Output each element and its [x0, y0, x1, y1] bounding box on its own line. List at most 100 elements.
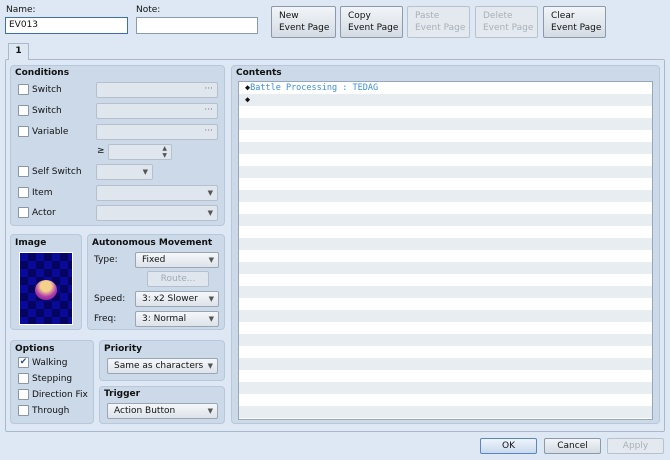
self-switch-checkbox[interactable] [18, 166, 29, 177]
command-row[interactable] [239, 190, 652, 202]
command-row[interactable] [239, 370, 652, 382]
copy-event-page-button[interactable]: Copy Event Page [340, 6, 403, 38]
through-checkbox[interactable] [18, 405, 29, 416]
trigger-title: Trigger [104, 389, 141, 399]
command-list[interactable]: ◆Battle Processing : TEDAG ◆ [238, 81, 653, 420]
command-row[interactable] [239, 166, 652, 178]
autonomous-movement-panel: Autonomous Movement Type: Fixed ▼ Route..… [87, 234, 225, 330]
name-label: Name: [6, 5, 36, 15]
command-row[interactable] [239, 214, 652, 226]
command-row[interactable] [239, 274, 652, 286]
paste-event-page-button[interactable]: Paste Event Page [407, 6, 470, 38]
priority-select[interactable]: Same as characters ▼ [107, 358, 218, 374]
diamond-icon: ◆ [245, 95, 251, 105]
spinner-icon: ▲ ▼ [162, 145, 167, 159]
chevron-down-icon: ▼ [207, 209, 213, 217]
item-label: Item [32, 188, 53, 198]
variable-select[interactable]: ··· [96, 124, 218, 140]
switch1-select[interactable]: ··· [96, 82, 218, 98]
ellipsis-icon: ··· [204, 105, 213, 115]
stepping-label: Stepping [32, 374, 73, 384]
delete-event-page-button[interactable]: Delete Event Page [475, 6, 538, 38]
trigger-panel: Trigger Action Button ▼ [99, 386, 225, 424]
direction-fix-checkbox[interactable] [18, 389, 29, 400]
command-row[interactable] [239, 358, 652, 370]
clear-event-page-button[interactable]: Clear Event Page [543, 6, 606, 38]
walking-checkbox[interactable]: ✔ [18, 357, 29, 368]
self-switch-label: Self Switch [32, 167, 82, 177]
command-row[interactable] [239, 334, 652, 346]
command-row[interactable] [239, 286, 652, 298]
type-select[interactable]: Fixed ▼ [135, 252, 219, 268]
chevron-down-icon: ▼ [208, 295, 214, 303]
character-sprite [35, 280, 57, 300]
apply-button[interactable]: Apply [607, 438, 664, 454]
freq-select[interactable]: 3: Normal ▼ [135, 311, 219, 327]
ellipsis-icon: ··· [204, 126, 213, 136]
switch2-checkbox[interactable] [18, 105, 29, 116]
variable-checkbox[interactable] [18, 126, 29, 137]
route-button[interactable]: Route... [147, 271, 209, 287]
command-row[interactable] [239, 394, 652, 406]
speed-select[interactable]: 3: x2 Slower ▼ [135, 291, 219, 307]
event-image[interactable] [19, 252, 73, 325]
command-row[interactable] [239, 178, 652, 190]
options-title: Options [15, 344, 55, 354]
name-input[interactable]: EV013 [5, 17, 128, 34]
self-switch-select[interactable]: ▼ [96, 164, 153, 180]
trigger-select[interactable]: Action Button ▼ [107, 403, 218, 419]
priority-panel: Priority Same as characters ▼ [99, 340, 225, 381]
command-row[interactable] [239, 346, 652, 358]
chevron-down-icon: ▼ [207, 407, 213, 415]
walking-label: Walking [32, 358, 68, 368]
command-row[interactable] [239, 130, 652, 142]
direction-fix-label: Direction Fix [32, 390, 88, 400]
speed-value: 3: x2 Slower [142, 294, 198, 304]
item-select[interactable]: ▼ [96, 185, 218, 201]
command-row[interactable] [239, 154, 652, 166]
new-event-page-button[interactable]: New Event Page [271, 6, 336, 38]
variable-value-spinner[interactable]: ▲ ▼ [108, 144, 172, 160]
trigger-value: Action Button [114, 406, 176, 416]
command-row[interactable]: ◆ [239, 94, 652, 106]
chevron-down-icon: ▼ [208, 256, 214, 264]
command-row[interactable]: ◆Battle Processing : TEDAG [239, 82, 652, 94]
switch2-select[interactable]: ··· [96, 103, 218, 119]
command-row[interactable] [239, 106, 652, 118]
command-row[interactable] [239, 118, 652, 130]
conditions-title: Conditions [15, 68, 70, 78]
command-row[interactable] [239, 262, 652, 274]
command-row[interactable] [239, 322, 652, 334]
image-title: Image [15, 238, 47, 248]
command-row[interactable] [239, 142, 652, 154]
command-row[interactable] [239, 238, 652, 250]
type-value: Fixed [142, 255, 166, 265]
image-panel: Image [10, 234, 82, 330]
command-row[interactable] [239, 226, 652, 238]
chevron-down-icon: ▼ [142, 168, 148, 176]
ok-button[interactable]: OK [480, 438, 537, 454]
item-checkbox[interactable] [18, 187, 29, 198]
chevron-down-icon: ▼ [208, 315, 214, 323]
priority-title: Priority [104, 344, 142, 354]
command-row[interactable] [239, 202, 652, 214]
command-row[interactable] [239, 382, 652, 394]
stepping-checkbox[interactable] [18, 373, 29, 384]
cancel-button[interactable]: Cancel [544, 438, 601, 454]
through-label: Through [32, 406, 70, 416]
chevron-down-icon: ▼ [207, 362, 213, 370]
speed-label: Speed: [94, 294, 126, 304]
command-row[interactable] [239, 298, 652, 310]
command-row[interactable] [239, 310, 652, 322]
contents-title: Contents [236, 68, 282, 78]
command-row[interactable] [239, 406, 652, 418]
actor-select[interactable]: ▼ [96, 205, 218, 221]
note-input[interactable] [136, 17, 258, 34]
command-row[interactable] [239, 250, 652, 262]
actor-checkbox[interactable] [18, 207, 29, 218]
actor-label: Actor [32, 208, 56, 218]
tab-label: 1 [15, 46, 22, 56]
switch1-checkbox[interactable] [18, 84, 29, 95]
tab-page-1[interactable]: 1 [8, 43, 29, 60]
options-panel: Options ✔ Walking Stepping Direction Fix Thr… [10, 340, 94, 424]
